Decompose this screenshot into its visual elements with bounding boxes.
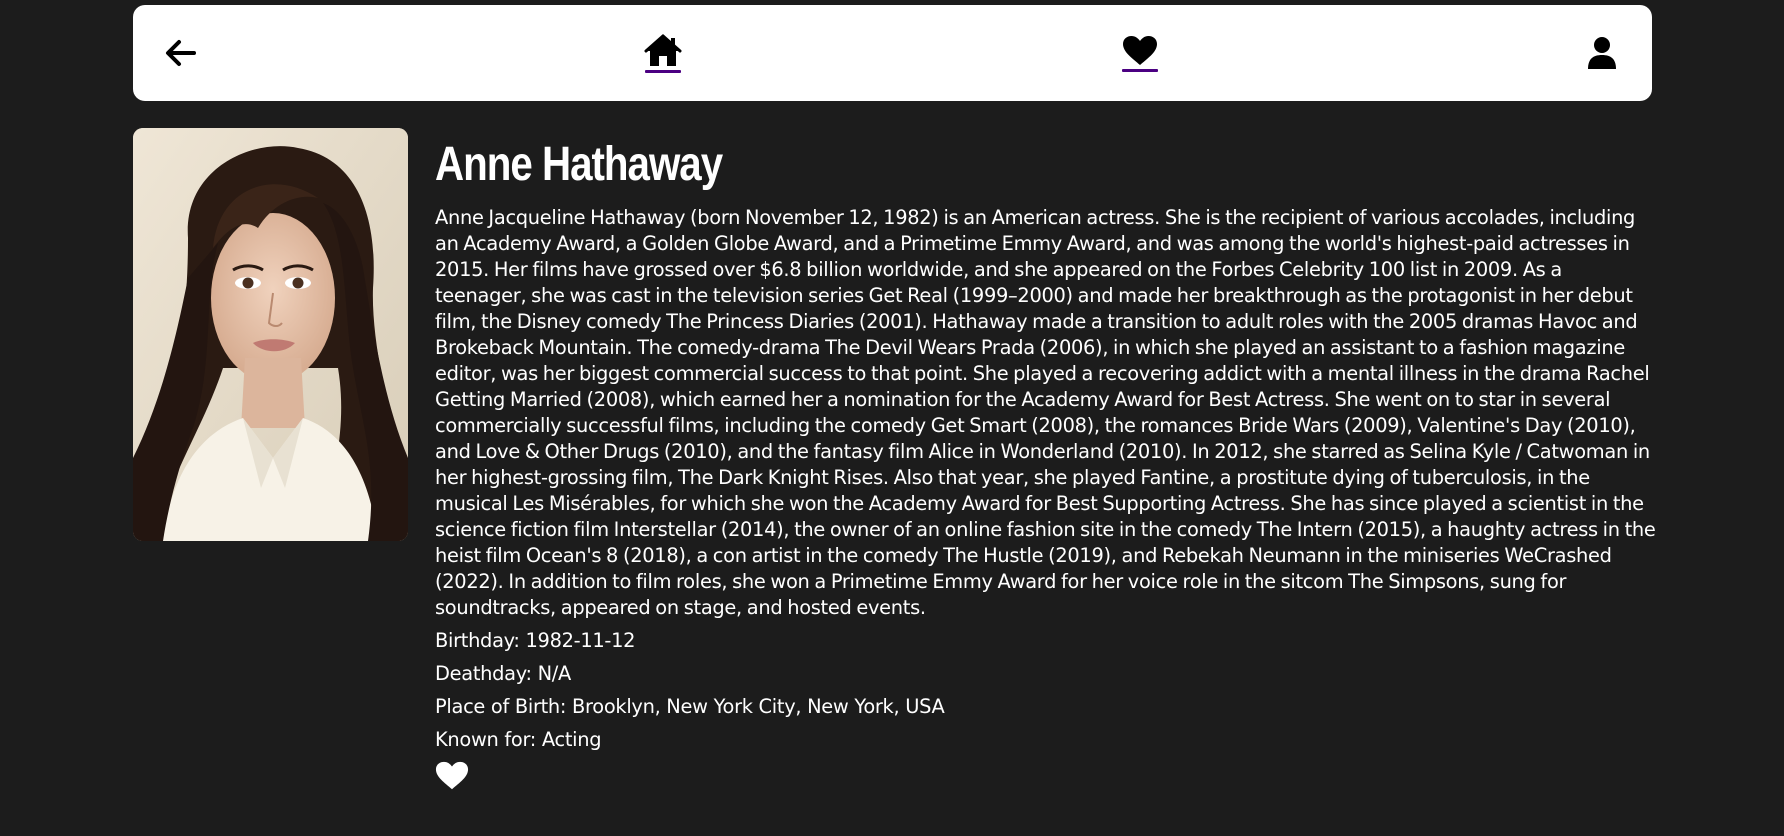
birthday-text: Birthday: 1982-11-12 bbox=[435, 629, 636, 652]
profile-button[interactable] bbox=[1582, 5, 1622, 101]
known-for-text: Known for: Acting bbox=[435, 728, 602, 751]
person-biography: Anne Jacqueline Hathaway (born November … bbox=[435, 206, 1656, 619]
user-icon bbox=[1588, 37, 1616, 69]
back-arrow-icon bbox=[166, 40, 196, 66]
back-button[interactable] bbox=[161, 5, 201, 101]
deathday-text: Deathday: N/A bbox=[435, 662, 571, 685]
add-to-favorites-button[interactable] bbox=[435, 760, 469, 792]
portrait-image bbox=[133, 128, 408, 541]
person-details: Anne Hathaway Anne Jacqueline Hathaway (… bbox=[435, 128, 1657, 792]
home-button[interactable] bbox=[633, 5, 693, 101]
place-of-birth-text: Place of Birth: Brooklyn, New York City,… bbox=[435, 695, 945, 718]
top-navbar bbox=[133, 5, 1652, 101]
profile-photo bbox=[133, 128, 408, 541]
heart-icon bbox=[1123, 35, 1157, 65]
person-name: Anne Hathaway bbox=[435, 138, 723, 191]
home-icon bbox=[644, 34, 682, 66]
heart-outline-icon bbox=[435, 761, 469, 790]
favorites-button[interactable] bbox=[1110, 5, 1170, 101]
favorites-underline bbox=[1122, 68, 1158, 72]
home-active-underline bbox=[645, 69, 681, 73]
